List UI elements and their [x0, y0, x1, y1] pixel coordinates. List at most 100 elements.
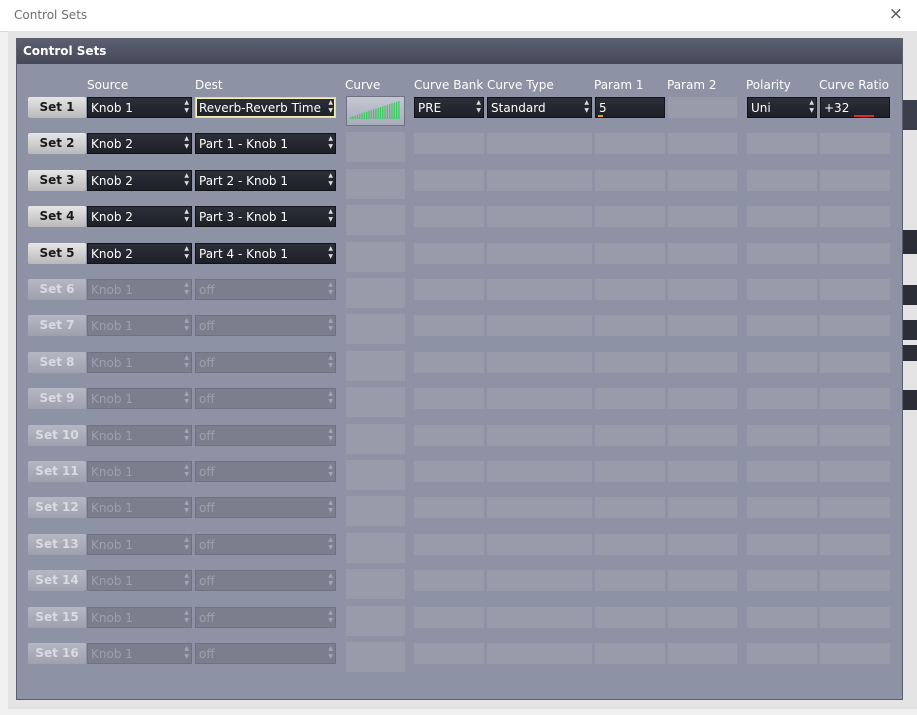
polarity-select-1[interactable]: Uni ▲ ▼ — [747, 97, 817, 118]
set-button-11[interactable]: Set 11 — [28, 461, 86, 482]
spin-arrows-icon[interactable]: ▲ ▼ — [328, 609, 333, 625]
spin-arrows-icon[interactable]: ▲ ▼ — [184, 317, 189, 333]
curve-ratio-slider-1[interactable]: +32 — [820, 97, 890, 118]
source-select-12[interactable]: Knob 1 ▲ ▼ — [87, 497, 192, 518]
spin-arrows-icon[interactable]: ▲ ▼ — [328, 499, 333, 515]
curve-bank-select-1[interactable]: PRE ▲ ▼ — [414, 97, 484, 118]
set-button-14[interactable]: Set 14 — [28, 570, 86, 591]
spin-arrows-icon[interactable]: ▲ ▼ — [184, 572, 189, 588]
spin-arrows-icon[interactable]: ▲ ▼ — [328, 427, 333, 443]
dest-select-3[interactable]: Part 2 - Knob 1 ▲ ▼ — [195, 170, 336, 191]
spin-arrows-icon[interactable]: ▲ ▼ — [184, 354, 189, 370]
set-button-16[interactable]: Set 16 — [28, 643, 86, 664]
dest-select-2[interactable]: Part 1 - Knob 1 ▲ ▼ — [195, 133, 336, 154]
source-select-10[interactable]: Knob 1 ▲ ▼ — [87, 425, 192, 446]
source-select-16[interactable]: Knob 1 ▲ ▼ — [87, 643, 192, 664]
spin-arrows-icon[interactable]: ▲ ▼ — [328, 281, 333, 297]
set-button-12[interactable]: Set 12 — [28, 497, 86, 518]
set-button-13[interactable]: Set 13 — [28, 534, 86, 555]
set-button-7[interactable]: Set 7 — [28, 315, 86, 336]
spin-arrows-icon[interactable]: ▲ ▼ — [584, 99, 589, 115]
set-button-6[interactable]: Set 6 — [28, 279, 86, 300]
source-select-3[interactable]: Knob 2 ▲ ▼ — [87, 170, 192, 191]
spin-arrows-icon[interactable]: ▲ ▼ — [328, 463, 333, 479]
empty-cell — [487, 388, 592, 409]
source-select-13[interactable]: Knob 1 ▲ ▼ — [87, 534, 192, 555]
spin-arrows-icon[interactable]: ▲ ▼ — [328, 390, 333, 406]
source-select-9[interactable]: Knob 1 ▲ ▼ — [87, 388, 192, 409]
curve-box-1[interactable] — [346, 96, 405, 126]
param1-slider-1[interactable]: 5 — [595, 97, 665, 118]
dest-select-15[interactable]: off ▲ ▼ — [195, 607, 336, 628]
spin-arrows-icon[interactable]: ▲ ▼ — [184, 463, 189, 479]
spin-arrows-icon[interactable]: ▲ ▼ — [184, 427, 189, 443]
set-button-2[interactable]: Set 2 — [28, 133, 86, 154]
spin-arrows-icon[interactable]: ▲ ▼ — [184, 99, 189, 115]
col-header-dest: Dest — [195, 78, 223, 92]
dest-select-10[interactable]: off ▲ ▼ — [195, 425, 336, 446]
source-select-1[interactable]: Knob 1 ▲ ▼ — [87, 97, 192, 118]
spin-arrows-icon[interactable]: ▲ ▼ — [328, 172, 333, 188]
spin-arrows-icon[interactable]: ▲ ▼ — [184, 536, 189, 552]
col-header-param2: Param 2 — [667, 78, 717, 92]
dest-select-13[interactable]: off ▲ ▼ — [195, 534, 336, 555]
set-button-15[interactable]: Set 15 — [28, 607, 86, 628]
source-select-8[interactable]: Knob 1 ▲ ▼ — [87, 352, 192, 373]
source-select-11[interactable]: Knob 1 ▲ ▼ — [87, 461, 192, 482]
dest-select-1[interactable]: Reverb-Reverb Time ▲ ▼ — [195, 97, 336, 118]
spin-arrows-icon[interactable]: ▲ ▼ — [184, 390, 189, 406]
spin-arrows-icon[interactable]: ▲ ▼ — [328, 99, 333, 115]
set-button-3[interactable]: Set 3 — [28, 170, 86, 191]
curve-ratio-slider-1-value: +32 — [824, 101, 850, 115]
curve-box-14 — [346, 569, 405, 599]
spin-arrows-icon[interactable]: ▲ ▼ — [184, 208, 189, 224]
spin-arrows-icon[interactable]: ▲ ▼ — [184, 172, 189, 188]
set-button-10[interactable]: Set 10 — [28, 425, 86, 446]
set-button-8[interactable]: Set 8 — [28, 352, 86, 373]
spin-arrows-icon[interactable]: ▲ ▼ — [328, 572, 333, 588]
dest-select-4[interactable]: Part 3 - Knob 1 ▲ ▼ — [195, 206, 336, 227]
set-button-5[interactable]: Set 5 — [28, 243, 86, 264]
dest-select-12[interactable]: off ▲ ▼ — [195, 497, 336, 518]
spin-arrows-icon[interactable]: ▲ ▼ — [184, 245, 189, 261]
spin-arrows-icon[interactable]: ▲ ▼ — [184, 135, 189, 151]
curve-type-select-1[interactable]: Standard ▲ ▼ — [487, 97, 592, 118]
spin-arrows-icon[interactable]: ▲ ▼ — [328, 645, 333, 661]
set-button-9[interactable]: Set 9 — [28, 388, 86, 409]
source-select-13-value: Knob 1 — [91, 538, 133, 552]
spin-arrows-icon[interactable]: ▲ ▼ — [328, 135, 333, 151]
set-button-4[interactable]: Set 4 — [28, 206, 86, 227]
dest-select-14[interactable]: off ▲ ▼ — [195, 570, 336, 591]
dest-select-9[interactable]: off ▲ ▼ — [195, 388, 336, 409]
source-select-5[interactable]: Knob 2 ▲ ▼ — [87, 243, 192, 264]
spin-arrows-icon[interactable]: ▲ ▼ — [184, 645, 189, 661]
dest-select-16[interactable]: off ▲ ▼ — [195, 643, 336, 664]
dest-select-14-value: off — [199, 574, 215, 588]
spin-arrows-icon[interactable]: ▲ ▼ — [328, 536, 333, 552]
dest-select-5[interactable]: Part 4 - Knob 1 ▲ ▼ — [195, 243, 336, 264]
spin-arrows-icon[interactable]: ▲ ▼ — [184, 609, 189, 625]
source-select-15[interactable]: Knob 1 ▲ ▼ — [87, 607, 192, 628]
source-select-2[interactable]: Knob 2 ▲ ▼ — [87, 133, 192, 154]
source-select-4[interactable]: Knob 2 ▲ ▼ — [87, 206, 192, 227]
spin-arrows-icon[interactable]: ▲ ▼ — [328, 317, 333, 333]
spin-arrows-icon[interactable]: ▲ ▼ — [328, 354, 333, 370]
dest-select-8[interactable]: off ▲ ▼ — [195, 352, 336, 373]
spin-arrows-icon[interactable]: ▲ ▼ — [328, 245, 333, 261]
spin-arrows-icon[interactable]: ▲ ▼ — [476, 99, 481, 115]
set-button-1[interactable]: Set 1 — [28, 97, 86, 118]
spin-arrows-icon[interactable]: ▲ ▼ — [328, 208, 333, 224]
dest-select-6[interactable]: off ▲ ▼ — [195, 279, 336, 300]
curve-bar — [373, 109, 375, 119]
curve-box-10 — [346, 424, 405, 454]
close-icon[interactable]: × — [889, 4, 903, 24]
dest-select-1-value: Reverb-Reverb Time — [199, 101, 321, 115]
dest-select-7[interactable]: off ▲ ▼ — [195, 315, 336, 336]
spin-arrows-icon[interactable]: ▲ ▼ — [809, 99, 814, 115]
dest-select-11[interactable]: off ▲ ▼ — [195, 461, 336, 482]
spin-arrows-icon[interactable]: ▲ ▼ — [184, 499, 189, 515]
source-select-14[interactable]: Knob 1 ▲ ▼ — [87, 570, 192, 591]
source-select-6[interactable]: Knob 1 ▲ ▼ — [87, 279, 192, 300]
spin-arrows-icon[interactable]: ▲ ▼ — [184, 281, 189, 297]
source-select-7[interactable]: Knob 1 ▲ ▼ — [87, 315, 192, 336]
